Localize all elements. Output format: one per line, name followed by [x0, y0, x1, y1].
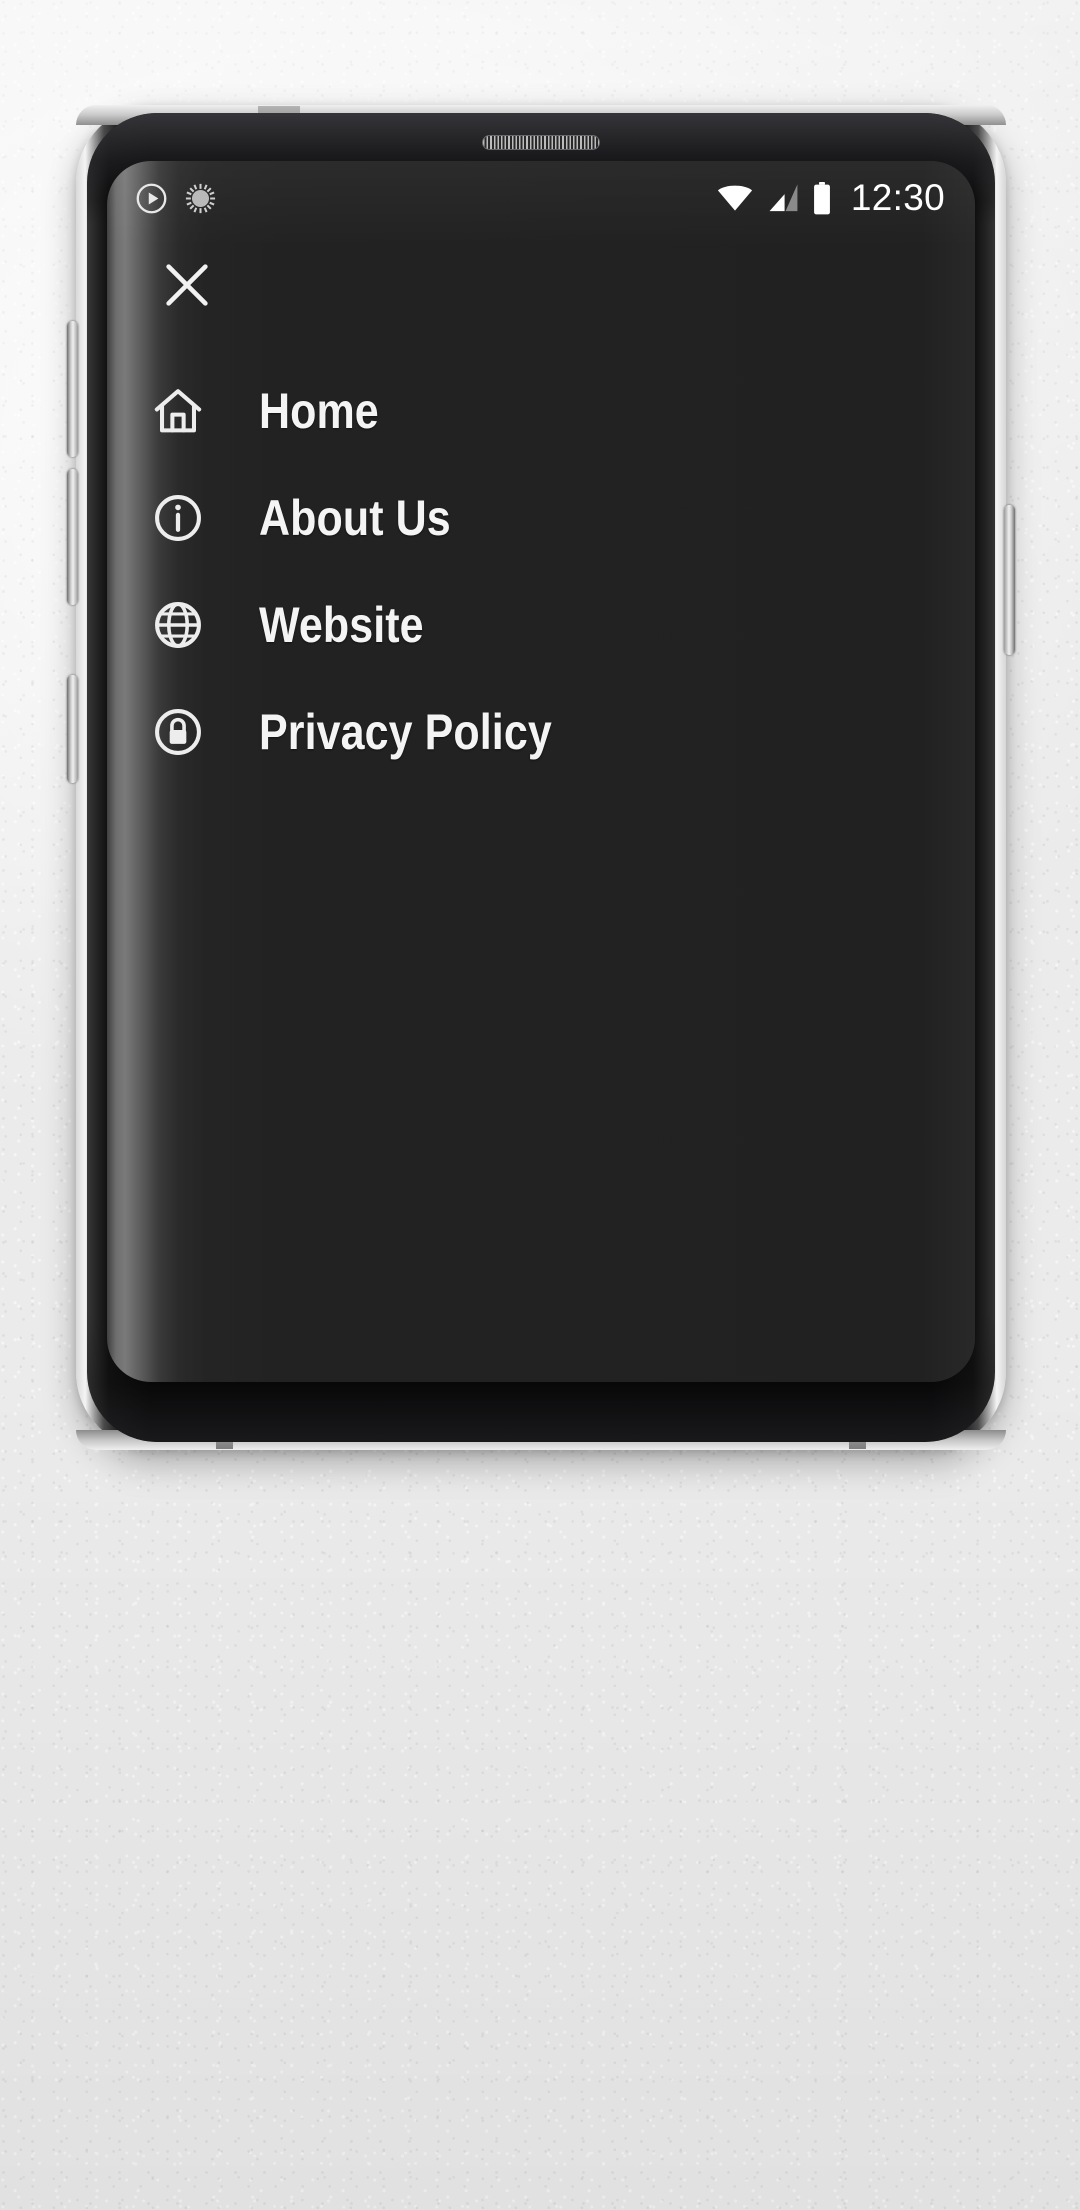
sunburst-icon [185, 183, 216, 213]
status-bar-left-icons [135, 182, 217, 215]
drawer-menu-list: Home About Us Website Privacy Policy [107, 357, 975, 785]
menu-item-privacy-policy[interactable]: Privacy Policy [107, 678, 975, 785]
play-circle-icon [136, 183, 167, 213]
menu-item-label: Website [259, 596, 424, 653]
globe-icon [139, 598, 217, 652]
menu-item-home[interactable]: Home [107, 357, 975, 464]
wifi-icon [717, 185, 753, 211]
status-bar-clock: 12:30 [850, 177, 945, 218]
status-bar-right-icons: 12:30 [716, 177, 945, 219]
menu-item-label: Home [259, 382, 379, 439]
menu-item-label: About Us [259, 489, 451, 546]
lock-circle-icon [139, 705, 217, 759]
close-x-icon [166, 264, 208, 306]
close-drawer-button[interactable] [141, 239, 233, 331]
volume-up-button[interactable] [67, 321, 78, 457]
status-bar: 12:30 [107, 161, 975, 235]
phone-device: 12:30 Home About Us Website Privacy Poli… [67, 105, 1015, 1450]
assistant-button[interactable] [67, 675, 78, 783]
menu-item-label: Privacy Policy [259, 703, 552, 760]
power-button[interactable] [1004, 505, 1015, 655]
phone-screen: 12:30 Home About Us Website Privacy Poli… [107, 161, 975, 1382]
cellular-signal-icon [769, 184, 798, 212]
home-icon [139, 384, 217, 438]
menu-item-about-us[interactable]: About Us [107, 464, 975, 571]
battery-icon [813, 181, 830, 214]
volume-down-button[interactable] [67, 469, 78, 605]
info-circle-icon [139, 491, 217, 545]
menu-item-website[interactable]: Website [107, 571, 975, 678]
earpiece-speaker-icon [482, 135, 600, 150]
